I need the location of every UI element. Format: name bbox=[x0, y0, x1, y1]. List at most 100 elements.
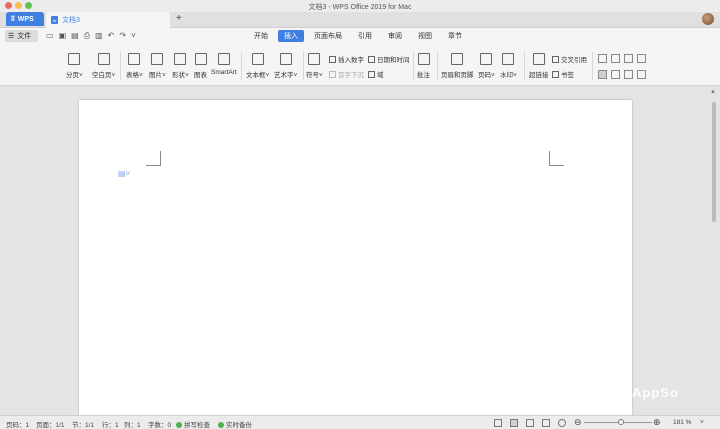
reading-mode-icon[interactable] bbox=[558, 419, 566, 427]
open-folder-icon[interactable]: ▭ bbox=[46, 31, 54, 41]
tab-references[interactable]: 引用 bbox=[352, 30, 378, 42]
wrap-tight-icon[interactable] bbox=[624, 70, 633, 79]
datetime-button[interactable]: 日期和时间 bbox=[368, 54, 410, 64]
status-page-number[interactable]: 页码：1 bbox=[6, 419, 29, 429]
insert-number-label: 插入数字 bbox=[338, 57, 364, 64]
watermark-button[interactable]: 水印˅ bbox=[500, 44, 517, 79]
cross-reference-icon bbox=[552, 55, 559, 63]
first-letter-button[interactable]: 首字下沉 bbox=[329, 69, 364, 79]
layout-option-3-icon[interactable] bbox=[624, 54, 633, 63]
customize-chevron-icon[interactable]: ˅ bbox=[131, 31, 136, 41]
field-button[interactable]: 域 bbox=[368, 69, 384, 79]
layout-option-4-icon[interactable] bbox=[637, 54, 646, 63]
status-word-count[interactable]: 字数：0 bbox=[148, 419, 171, 429]
chevron-down-icon: ˅ bbox=[265, 72, 270, 79]
print-preview-icon[interactable]: ▥ bbox=[95, 31, 103, 41]
wrap-square-icon[interactable] bbox=[611, 70, 620, 79]
cross-reference-button[interactable]: 交叉引用 bbox=[552, 54, 587, 64]
tab-document[interactable]: W 文档3 bbox=[46, 12, 170, 28]
vertical-scrollbar[interactable]: ▲ bbox=[710, 88, 718, 228]
tab-view[interactable]: 视图 bbox=[412, 30, 438, 42]
wordart-button[interactable]: 艺术字˅ bbox=[274, 44, 297, 79]
textbox-icon bbox=[251, 53, 264, 65]
wrap-behind-icon[interactable] bbox=[637, 70, 646, 79]
tab-home[interactable]: 开始 bbox=[248, 30, 274, 42]
title-bar: 文档3 - WPS Office 2019 for Mac bbox=[0, 0, 720, 12]
zoom-level[interactable]: 181 % bbox=[673, 419, 691, 426]
layout-option-1-icon[interactable] bbox=[598, 54, 607, 63]
smartart-button[interactable]: SmartArt bbox=[211, 44, 237, 76]
tab-wps-home[interactable]: ʬ WPS bbox=[6, 12, 44, 26]
zoom-in-icon[interactable]: ⊕ bbox=[653, 417, 661, 428]
quick-access-toolbar: ▭ ▣ ▤ ⎙ ▥ ↶ ↷ ˅ bbox=[46, 31, 136, 41]
field-label: 域 bbox=[377, 72, 384, 79]
window-title: 文档3 - WPS Office 2019 for Mac bbox=[308, 4, 412, 11]
paragraph-options-icon[interactable]: ▤˅ bbox=[118, 169, 130, 178]
insert-number-button[interactable]: 插入数字 bbox=[329, 54, 364, 64]
file-menu-button[interactable]: ☰ 文件 bbox=[5, 30, 38, 42]
ribbon-divider bbox=[303, 52, 304, 80]
page-number-button[interactable]: 页码˅ bbox=[478, 44, 495, 79]
watermark-label: 水印 bbox=[500, 72, 513, 79]
textbox-label: 文本框 bbox=[246, 72, 266, 79]
document-page[interactable]: ▤˅ bbox=[79, 100, 632, 420]
status-row[interactable]: 行：1 bbox=[102, 419, 119, 429]
tab-insert[interactable]: 插入 bbox=[278, 30, 304, 42]
add-tab-button[interactable]: + bbox=[176, 13, 182, 24]
user-avatar[interactable] bbox=[702, 13, 714, 25]
backup-toggle[interactable]: 实时备份 bbox=[218, 419, 252, 429]
status-bar: 页码：1 页面：1/1 节：1/1 行：1 列：1 字数：0 拼写检查 实时备份… bbox=[0, 415, 720, 429]
chevron-down-icon: ˅ bbox=[79, 72, 83, 79]
layout-option-2-icon[interactable] bbox=[611, 54, 620, 63]
picture-button[interactable]: 图片˅ bbox=[149, 44, 166, 79]
tab-review[interactable]: 审阅 bbox=[382, 30, 408, 42]
scrollbar-thumb[interactable] bbox=[712, 102, 716, 222]
status-section[interactable]: 节：1/1 bbox=[72, 419, 94, 429]
picture-icon bbox=[151, 53, 164, 65]
status-pages[interactable]: 页面：1/1 bbox=[36, 419, 65, 429]
chevron-down-icon: ˅ bbox=[185, 72, 189, 79]
scroll-up-icon[interactable]: ▲ bbox=[710, 89, 716, 95]
textbox-button[interactable]: 文本框˅ bbox=[246, 44, 269, 79]
page-number-icon bbox=[480, 53, 493, 65]
status-column[interactable]: 列：1 bbox=[124, 419, 141, 429]
symbol-label: 符号 bbox=[306, 72, 319, 79]
bookmark-button[interactable]: 书签 bbox=[552, 69, 574, 79]
export-icon[interactable]: ▤ bbox=[71, 31, 79, 41]
page-number-label: 页码 bbox=[478, 72, 491, 79]
menu-bar: ☰ 文件 ▭ ▣ ▤ ⎙ ▥ ↶ ↷ ˅ 开始 插入 页面布局 引用 审阅 视图… bbox=[0, 28, 720, 44]
blank-page-button[interactable]: 空白页˅ bbox=[92, 44, 115, 79]
redo-icon[interactable]: ↷ bbox=[119, 31, 126, 41]
page-view-icon[interactable] bbox=[510, 419, 518, 427]
picture-label: 图片 bbox=[149, 72, 162, 79]
outline-view-icon[interactable] bbox=[526, 419, 534, 427]
print-icon[interactable]: ⎙ bbox=[84, 31, 90, 41]
chart-button[interactable]: 图表 bbox=[194, 44, 207, 79]
zoom-out-icon[interactable]: ⊖ bbox=[574, 417, 582, 428]
spellcheck-toggle[interactable]: 拼写检查 bbox=[176, 419, 210, 429]
header-footer-button[interactable]: 页眉和页脚 bbox=[441, 44, 474, 79]
hyperlink-button[interactable]: 超链接 bbox=[529, 44, 549, 79]
zoom-slider-handle[interactable] bbox=[618, 419, 624, 425]
tab-page-layout[interactable]: 页面布局 bbox=[308, 30, 348, 42]
datetime-label: 日期和时间 bbox=[377, 57, 410, 64]
save-icon[interactable]: ▣ bbox=[59, 31, 67, 41]
zoom-chevron-icon[interactable]: ˅ bbox=[700, 419, 704, 426]
hyperlink-label: 超链接 bbox=[529, 72, 549, 79]
page-break-button[interactable]: 分页˅ bbox=[66, 44, 83, 79]
table-button[interactable]: 表格˅ bbox=[126, 44, 143, 79]
document-canvas[interactable]: ▤˅ ▲ AppSo bbox=[0, 86, 720, 420]
undo-icon[interactable]: ↶ bbox=[108, 31, 115, 41]
blank-page-label: 空白页 bbox=[92, 72, 112, 79]
wrap-inline-icon[interactable] bbox=[598, 70, 607, 79]
web-view-icon[interactable] bbox=[542, 419, 550, 427]
tab-chapter[interactable]: 章节 bbox=[442, 30, 468, 42]
shape-button[interactable]: 形状˅ bbox=[172, 44, 189, 79]
ribbon-tabs: 开始 插入 页面布局 引用 审阅 视图 章节 bbox=[248, 30, 468, 42]
symbol-button[interactable]: 符号˅ bbox=[306, 44, 323, 79]
shape-icon bbox=[174, 53, 187, 65]
fullscreen-icon[interactable] bbox=[494, 419, 502, 427]
tab-bar: ʬ WPS W 文档3 + bbox=[0, 12, 720, 28]
comment-button[interactable]: 批注 bbox=[417, 44, 430, 79]
bookmark-icon bbox=[552, 70, 559, 78]
